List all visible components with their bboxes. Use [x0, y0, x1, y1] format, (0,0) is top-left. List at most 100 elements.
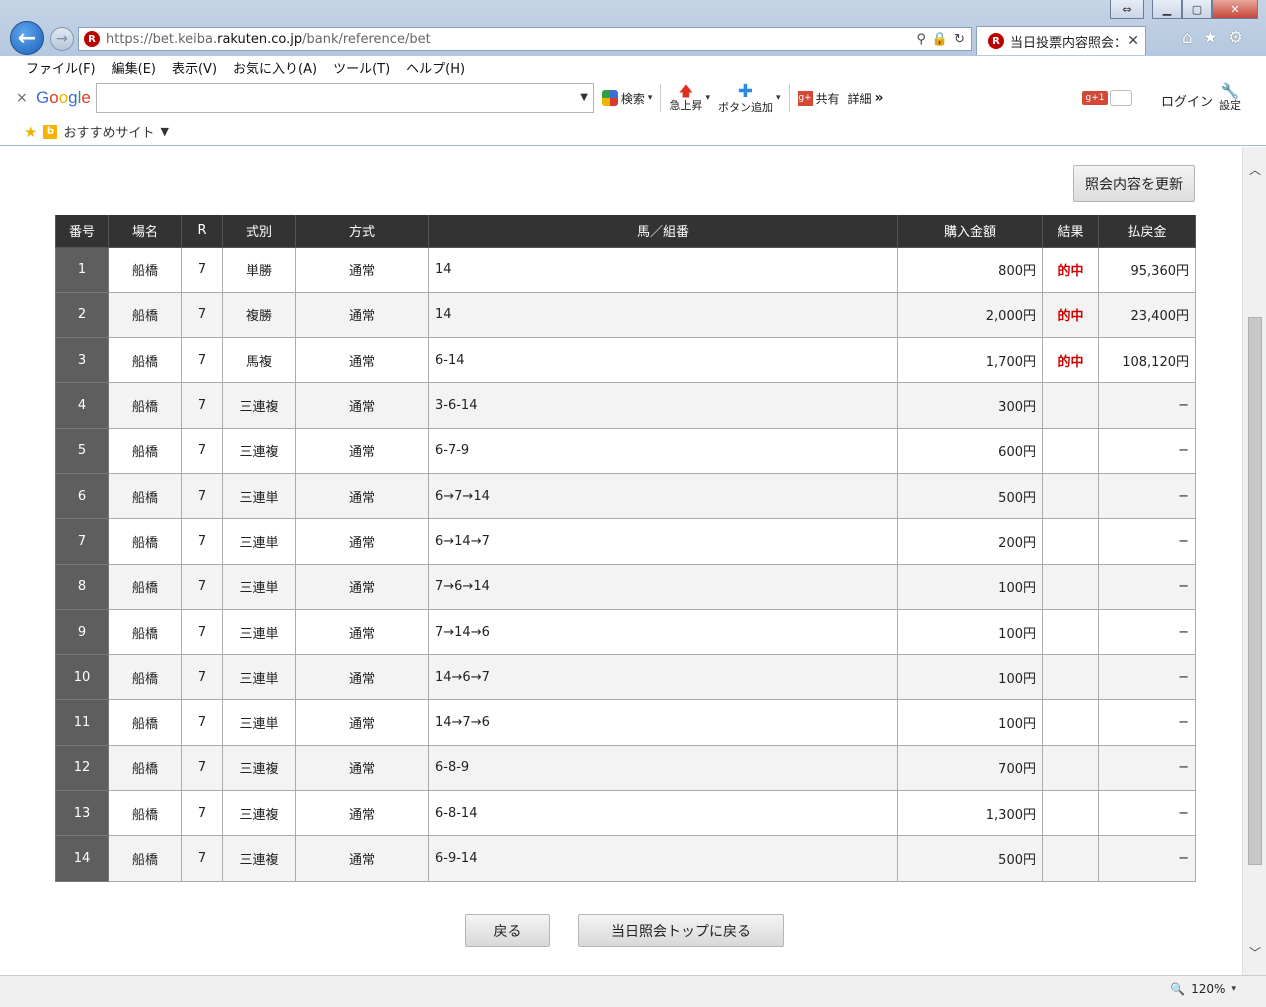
menu-favorites[interactable]: お気に入り(A)	[233, 58, 317, 77]
login-link[interactable]: ログイン	[1161, 91, 1213, 110]
gplus-button[interactable]: g+1	[1082, 91, 1108, 105]
table-row: 7 船橋 7 三連単 通常 6→14→7 200円 −	[55, 518, 1196, 565]
row-payout: −	[1098, 382, 1196, 429]
row-bet-type: 三連複	[222, 790, 296, 837]
header-method: 方式	[295, 215, 429, 248]
home-icon[interactable]: ⌂	[1182, 28, 1193, 48]
vertical-scrollbar[interactable]: ︿ ﹀	[1242, 147, 1266, 975]
menu-view[interactable]: 表示(V)	[172, 58, 217, 77]
refresh-icon[interactable]: ↻	[954, 32, 965, 47]
zoom-control[interactable]: 🔍 120% ▾	[1170, 982, 1236, 996]
row-combination: 6-9-14	[428, 835, 898, 882]
back-to-top-button[interactable]: 当日照会トップに戻る	[578, 914, 784, 947]
forward-arrow-icon[interactable]: →	[50, 27, 74, 51]
back-arrow-icon[interactable]: ←	[10, 21, 44, 55]
row-payout: −	[1098, 699, 1196, 746]
table-row: 6 船橋 7 三連単 通常 6→7→14 500円 −	[55, 472, 1196, 520]
row-amount: 100円	[897, 654, 1043, 701]
menu-tools[interactable]: ツール(T)	[333, 58, 390, 77]
lock-icon[interactable]: 🔒	[932, 32, 948, 47]
row-venue: 船橋	[108, 246, 182, 293]
row-payout: 108,120円	[1098, 337, 1196, 384]
row-bet-type: 馬複	[222, 337, 296, 384]
menu-edit[interactable]: 編集(E)	[112, 58, 156, 77]
row-number: 11	[55, 699, 109, 746]
add-favorite-icon[interactable]: ★	[24, 123, 37, 141]
maximize-button[interactable]: ▢	[1182, 0, 1212, 19]
restore-window-button[interactable]: ⇔	[1110, 0, 1144, 19]
browser-tab[interactable]: R 当日投票内容照会：... ✕	[976, 26, 1146, 55]
refresh-inquiry-button[interactable]: 照会内容を更新	[1073, 165, 1195, 202]
star-icon[interactable]: ★	[1203, 28, 1218, 48]
chevron-down-icon[interactable]: ▼	[160, 125, 168, 138]
chevron-up-icon[interactable]: ︿	[1249, 161, 1261, 178]
toolbar-settings-button[interactable]: 🔧 設定	[1219, 83, 1241, 112]
table-row: 12 船橋 7 三連複 通常 6-8-9 700円 −	[55, 744, 1196, 792]
google-search-input[interactable]: ▼	[95, 83, 594, 113]
row-payout: −	[1098, 427, 1196, 474]
row-venue: 船橋	[108, 835, 182, 882]
menu-bar: ファイル(F) 編集(E) 表示(V) お気に入り(A) ツール(T) ヘルプ(…	[0, 56, 1266, 78]
url-text[interactable]: https://bet.keiba.rakuten.co.jp/bank/ref…	[106, 32, 916, 47]
row-bet-type: 三連単	[222, 608, 296, 656]
row-combination: 6-8-14	[428, 790, 898, 837]
minimize-button[interactable]: ▁	[1152, 0, 1182, 19]
row-number: 13	[55, 790, 109, 837]
table-row: 1 船橋 7 単勝 通常 14 800円 的中 95,360円	[55, 246, 1196, 293]
row-combination: 14	[428, 291, 898, 339]
share-icon: g+	[797, 90, 813, 106]
back-button[interactable]: 戻る	[465, 914, 550, 947]
address-bar[interactable]: R https://bet.keiba.rakuten.co.jp/bank/r…	[78, 27, 972, 51]
details-button[interactable]: 詳細 »	[848, 90, 884, 107]
table-row: 4 船橋 7 三連複 通常 3-6-14 300円 −	[55, 382, 1196, 429]
row-amount: 200円	[897, 518, 1043, 565]
row-race: 7	[181, 790, 223, 837]
row-amount: 1,700円	[897, 337, 1043, 384]
row-combination: 6-8-9	[428, 744, 898, 792]
row-venue: 船橋	[108, 291, 182, 339]
row-bet-type: 三連複	[222, 382, 296, 429]
search-icon[interactable]: ⚲	[916, 32, 926, 47]
row-payout: −	[1098, 472, 1196, 520]
row-race: 7	[181, 427, 223, 474]
google-search-button[interactable]: 検索 ▾	[601, 90, 653, 107]
row-amount: 100円	[897, 563, 1043, 610]
suggested-sites-link[interactable]: おすすめサイト	[63, 122, 154, 141]
row-race: 7	[181, 382, 223, 429]
chevron-down-icon: ▾	[647, 93, 653, 103]
row-combination: 6→7→14	[428, 472, 898, 520]
header-result: 結果	[1042, 215, 1099, 248]
row-result	[1042, 563, 1099, 610]
menu-file[interactable]: ファイル(F)	[26, 58, 96, 77]
close-icon[interactable]: ×	[16, 90, 36, 106]
close-icon[interactable]: ✕	[1127, 33, 1139, 49]
row-amount: 100円	[897, 699, 1043, 746]
row-result	[1042, 518, 1099, 565]
share-button[interactable]: g+ 共有	[797, 90, 840, 107]
row-venue: 船橋	[108, 427, 182, 474]
row-venue: 船橋	[108, 790, 182, 837]
chevron-down-icon[interactable]: ﹀	[1249, 944, 1261, 961]
row-result: 的中	[1042, 291, 1099, 339]
scroll-thumb[interactable]	[1248, 317, 1262, 865]
gear-icon[interactable]: ⚙	[1228, 28, 1243, 48]
row-race: 7	[181, 608, 223, 656]
menu-help[interactable]: ヘルプ(H)	[406, 58, 465, 77]
row-payout: −	[1098, 790, 1196, 837]
row-venue: 船橋	[108, 744, 182, 792]
trending-button[interactable]: 🡅 急上昇 ▾	[669, 85, 710, 111]
chevron-down-icon[interactable]: ▼	[580, 92, 588, 103]
close-window-button[interactable]: ✕	[1212, 0, 1258, 19]
google-search-icon	[601, 90, 618, 106]
page-viewport: 照会内容を更新 番号 場名 R 式別 方式 馬／組番 購入金額 結果 払戻金 1…	[0, 147, 1266, 975]
table-row: 13 船橋 7 三連複 通常 6-8-14 1,300円 −	[55, 790, 1196, 837]
table-row: 14 船橋 7 三連複 通常 6-9-14 500円 −	[55, 835, 1196, 882]
row-result	[1042, 835, 1099, 882]
tab-favicon: R	[988, 33, 1004, 49]
add-button-button[interactable]: ✚ ボタン追加 ▾	[718, 82, 781, 113]
row-race: 7	[181, 246, 223, 293]
row-combination: 14	[428, 246, 898, 293]
row-method: 通常	[295, 291, 429, 339]
table-row: 9 船橋 7 三連単 通常 7→14→6 100円 −	[55, 608, 1196, 656]
window-controls: ⇔ ▁ ▢ ✕	[1110, 0, 1258, 19]
